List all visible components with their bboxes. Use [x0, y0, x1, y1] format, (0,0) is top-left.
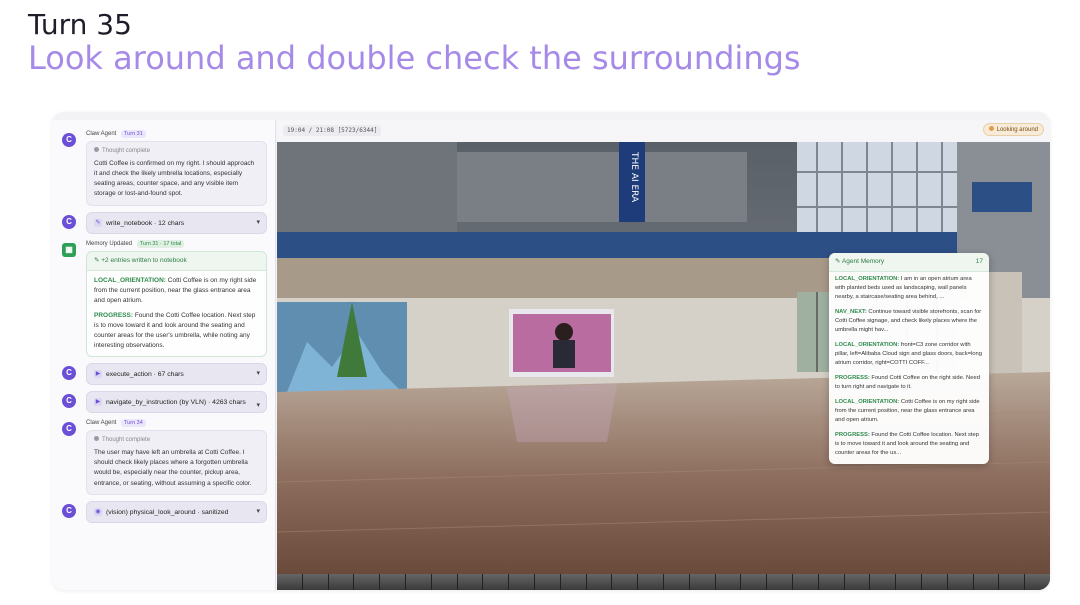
- memory-title: Memory Updated: [86, 240, 133, 247]
- agent-name: Claw Agent: [86, 420, 117, 427]
- tool-call-toggle[interactable]: ✎ write_notebook · 12 chars ▾: [86, 211, 267, 234]
- memory-item: LOCAL_ORIENTATION: Cotti Coffee is on my…: [94, 276, 257, 304]
- status-dot-icon: [988, 126, 994, 131]
- entry-meta: Memory Updated Turn 31 · 17 total: [86, 239, 267, 248]
- tool-label: (vision) physical_look_around · sanitize…: [106, 508, 229, 516]
- agent-memory-title: Agent Memory: [841, 258, 885, 265]
- tool-call-entry[interactable]: C ▶ navigate_by_instruction (by VLN) · 42…: [60, 391, 267, 414]
- status-dot-icon: [94, 436, 99, 442]
- viewer-topbar: 19:04 / 21:08 [5723/6344] Looking around: [277, 120, 1050, 142]
- status-badge: Looking around: [982, 123, 1044, 136]
- memory-body: LOCAL_ORIENTATION: Cotti Coffee is on my…: [87, 270, 266, 357]
- chevron-down-icon[interactable]: ▾: [256, 369, 260, 377]
- thought-status: Thought complete: [94, 147, 259, 156]
- agent-avatar: C: [62, 394, 76, 409]
- chevron-down-icon[interactable]: ▾: [256, 401, 260, 409]
- memory-card: ✎ +2 entries written to notebook LOCAL_O…: [86, 250, 267, 358]
- eyes-icon: ◉: [94, 507, 102, 516]
- turn-badge: Turn 31 · 17 total: [136, 239, 185, 248]
- tool-label: write_notebook · 12 chars: [106, 219, 185, 227]
- agent-avatar: C: [62, 133, 76, 147]
- status-dot-icon: [94, 147, 99, 152]
- tool-call-toggle[interactable]: ▶ execute_action · 67 chars ▾: [86, 363, 267, 386]
- memory-entry: LOCAL_ORIENTATION: front=C3 zone corrido…: [835, 341, 982, 366]
- tool-call-toggle[interactable]: ◉ (vision) physical_look_around · sanitiz…: [86, 500, 267, 523]
- agent-avatar: C: [62, 366, 76, 381]
- tool-call-entry[interactable]: C ✎ write_notebook · 12 chars ▾: [60, 211, 267, 234]
- play-icon: ▶: [94, 398, 102, 407]
- turn-subtitle: Look around and double check the surroun…: [28, 39, 801, 77]
- entry-meta: Claw Agent Turn 31: [86, 130, 267, 138]
- thought-text: The user may have left an umbrella at Co…: [94, 449, 252, 487]
- agent-thought-entry: C Claw Agent Turn 34 Thought complete Th…: [60, 419, 267, 495]
- chevron-down-icon[interactable]: ▾: [256, 507, 260, 515]
- thought-status: Thought complete: [94, 436, 259, 445]
- tool-call-entry[interactable]: C ◉ (vision) physical_look_around · sanit…: [60, 500, 267, 523]
- agent-log-panel[interactable]: C Claw Agent Turn 31 Thought complete Co…: [52, 120, 276, 590]
- memory-avatar: ▦: [62, 242, 76, 257]
- thought-card: Thought complete The user may have left …: [86, 430, 267, 495]
- memory-count-badge: 17: [975, 258, 983, 265]
- turn-title: Turn 35: [28, 8, 132, 41]
- memory-summary: ✎ +2 entries written to notebook: [87, 252, 266, 271]
- agent-avatar: C: [62, 503, 76, 518]
- timecode: 19:04 / 21:08 [5723/6344]: [283, 125, 382, 136]
- play-icon: ▶: [94, 370, 102, 379]
- headline: Turn 35 Look around and double check the…: [28, 8, 801, 77]
- tool-call-entry[interactable]: C ▶ execute_action · 67 chars ▾: [60, 363, 267, 386]
- turn-badge: Turn 34: [121, 419, 146, 428]
- entry-meta: Claw Agent Turn 34: [86, 419, 267, 428]
- memory-entry: PROGRESS: Found Cotti Coffee on the righ…: [835, 374, 980, 390]
- frame-filmstrip[interactable]: [277, 574, 1050, 590]
- tool-call-toggle[interactable]: ▶ navigate_by_instruction (by VLN) · 4263…: [86, 391, 267, 414]
- thought-text: Cotti Coffee is confirmed on my right. I…: [94, 160, 255, 198]
- tool-label: execute_action · 67 chars: [106, 370, 184, 378]
- notebook-icon: ✎: [94, 218, 102, 227]
- chevron-down-icon[interactable]: ▾: [256, 218, 260, 226]
- memory-entry: NAV_NEXT: Continue toward visible storef…: [835, 309, 982, 333]
- memory-entry: LOCAL_ORIENTATION: Cotti Coffee is on my…: [835, 398, 980, 423]
- tool-label: navigate_by_instruction (by VLN) · 4263 …: [106, 398, 246, 406]
- agent-memory-panel[interactable]: ✎ Agent Memory 17 LOCAL_ORIENTATION: I a…: [829, 253, 989, 464]
- thought-card: Thought complete Cotti Coffee is confirm…: [86, 141, 267, 206]
- notebook-icon: ✎: [835, 258, 842, 265]
- agent-avatar: C: [62, 422, 76, 437]
- memory-update-entry: ▦ Memory Updated Turn 31 · 17 total ✎ +2…: [60, 239, 267, 358]
- memory-entry: PROGRESS: Found the Cotti Coffee locatio…: [835, 431, 979, 456]
- memory-item: PROGRESS: Found the Cotti Coffee locatio…: [94, 311, 256, 349]
- atrium-banner-text: THE AI ERA: [629, 151, 639, 203]
- turn-badge: Turn 31: [121, 130, 146, 138]
- memory-entry: LOCAL_ORIENTATION: I am in an open atriu…: [835, 276, 972, 301]
- agent-memory-header: ✎ Agent Memory 17: [829, 253, 989, 273]
- agent-memory-list[interactable]: LOCAL_ORIENTATION: I am in an open atriu…: [829, 272, 989, 464]
- agent-avatar: C: [62, 214, 76, 229]
- agent-thought-entry: C Claw Agent Turn 31 Thought complete Co…: [60, 130, 267, 206]
- agent-name: Claw Agent: [86, 131, 117, 137]
